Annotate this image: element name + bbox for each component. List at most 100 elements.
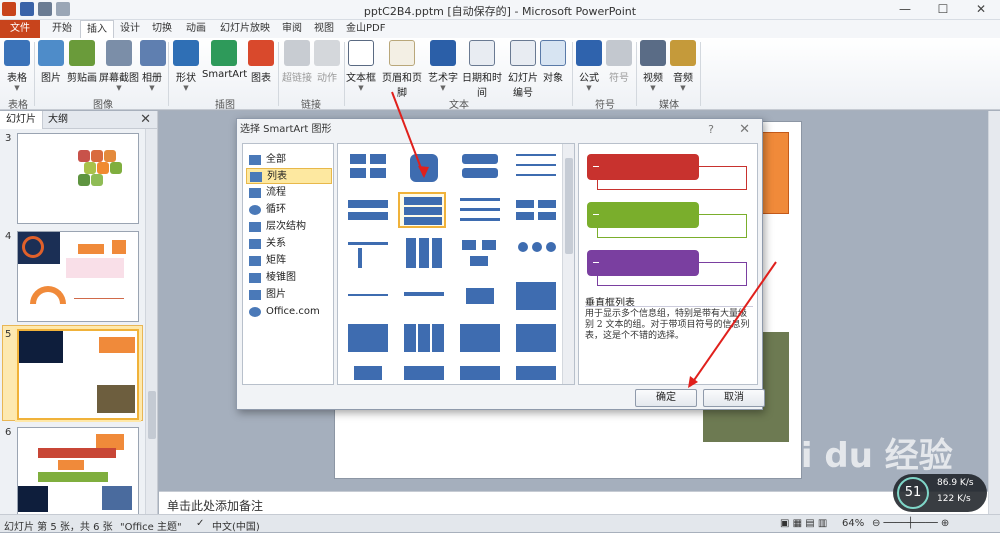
- close-button[interactable]: ✕: [962, 0, 1000, 20]
- vertical-scrollbar[interactable]: [988, 111, 1000, 514]
- slide-thumbnail[interactable]: [17, 133, 139, 224]
- ok-button[interactable]: 确定: [635, 389, 697, 407]
- layout-thumbnail[interactable]: [400, 150, 448, 186]
- category-relationship[interactable]: 关系: [246, 236, 332, 252]
- header-footer-button[interactable]: 页眉和页脚: [378, 40, 426, 99]
- smartart-button[interactable]: SmartArt: [202, 40, 247, 80]
- layout-thumbnail[interactable]: [344, 320, 392, 356]
- tab-file[interactable]: 文件: [0, 20, 40, 38]
- slide-thumbnail-selected[interactable]: [15, 327, 141, 422]
- audio-button[interactable]: 音频 ▼: [670, 40, 696, 92]
- tab-transitions[interactable]: 切换: [146, 20, 178, 38]
- group-label-symbol: 符号: [595, 100, 615, 111]
- view-buttons[interactable]: ▣ ▦ ▤ ▥: [780, 518, 827, 529]
- tab-insert[interactable]: 插入: [80, 20, 114, 38]
- category-cycle[interactable]: 循环: [246, 202, 332, 218]
- action-button[interactable]: 动作: [314, 40, 340, 84]
- zoom-slider[interactable]: ⊖ ────┼──── ⊕: [872, 518, 949, 529]
- ribbon: 表格 ▼ 图片 剪贴画 屏幕截图 ▼ 相册 ▼ 形状 ▼ SmartArt 图表 超链接…: [0, 38, 1000, 111]
- category-process[interactable]: 流程: [246, 185, 332, 201]
- layout-thumbnail[interactable]: [456, 150, 504, 186]
- screenshot-button[interactable]: 屏幕截图 ▼: [98, 40, 140, 92]
- relationship-icon: [249, 239, 261, 249]
- layout-thumbnail[interactable]: [456, 278, 504, 314]
- layout-thumbnail[interactable]: [344, 192, 392, 228]
- tab-outline[interactable]: 大纲: [42, 111, 74, 129]
- minimize-button[interactable]: —: [886, 0, 924, 20]
- layout-thumbnail[interactable]: [512, 150, 560, 186]
- textbox-button[interactable]: 文本框 ▼: [346, 40, 376, 92]
- picture-icon: [249, 290, 261, 300]
- layout-thumbnail[interactable]: [512, 192, 560, 228]
- layout-thumbnail-selected[interactable]: [398, 192, 446, 228]
- layout-thumbnail[interactable]: [400, 236, 448, 272]
- tab-view[interactable]: 视图: [308, 20, 340, 38]
- maximize-button[interactable]: ☐: [924, 0, 962, 20]
- tab-home[interactable]: 开始: [46, 20, 78, 38]
- category-pyramid[interactable]: 棱锥图: [246, 270, 332, 286]
- layout-thumbnail[interactable]: [456, 192, 504, 228]
- hyperlink-button[interactable]: 超链接: [282, 40, 312, 84]
- layout-thumbnail[interactable]: [512, 278, 560, 314]
- layout-preview: 垂直框列表 用于显示多个信息组，特别是带有大量级别 2 文本的组。对于带项目符号…: [578, 143, 758, 385]
- clipart-icon: [69, 40, 95, 66]
- slide-thumbnail[interactable]: [17, 231, 139, 322]
- layout-thumbnail[interactable]: [456, 236, 504, 272]
- preview-row: [587, 202, 749, 238]
- layout-thumbnail[interactable]: [512, 362, 560, 384]
- table-button[interactable]: 表格 ▼: [4, 40, 30, 92]
- chart-button[interactable]: 图表: [248, 40, 274, 84]
- preview-bar: [587, 154, 699, 180]
- slide-number-button[interactable]: 幻灯片 编号: [506, 40, 540, 99]
- wordart-button[interactable]: 艺术字 ▼: [428, 40, 458, 92]
- tab-slides[interactable]: 幻灯片: [0, 111, 43, 129]
- layout-thumbnail[interactable]: [456, 320, 504, 356]
- help-button[interactable]: ?: [708, 119, 714, 141]
- tab-animations[interactable]: 动画: [180, 20, 212, 38]
- list-icon: [250, 172, 262, 182]
- picture-button[interactable]: 图片: [38, 40, 64, 84]
- layout-thumbnail[interactable]: [344, 278, 392, 314]
- layout-thumbnail[interactable]: [344, 362, 392, 384]
- layout-thumbnail[interactable]: [512, 320, 560, 356]
- album-button[interactable]: 相册 ▼: [140, 40, 166, 92]
- gallery-scrollbar[interactable]: [562, 144, 574, 384]
- dialog-close-button[interactable]: ✕: [739, 119, 750, 141]
- layout-thumbnail[interactable]: [512, 236, 560, 272]
- zoom-level[interactable]: 64%: [842, 518, 864, 529]
- cancel-button[interactable]: 取消: [703, 389, 765, 407]
- layout-thumbnail[interactable]: [344, 236, 392, 272]
- tab-slideshow[interactable]: 幻灯片放映: [214, 20, 276, 38]
- download-speed: 122: [937, 494, 955, 504]
- clipart-button[interactable]: 剪贴画: [66, 40, 98, 84]
- category-office-com[interactable]: Office.com: [246, 304, 332, 320]
- video-button[interactable]: 视频 ▼: [640, 40, 666, 92]
- category-hierarchy[interactable]: 层次结构: [246, 219, 332, 235]
- close-pane-icon[interactable]: ✕: [140, 112, 151, 127]
- textbox-icon: [348, 40, 374, 66]
- layout-thumbnail[interactable]: [400, 362, 448, 384]
- category-all[interactable]: 全部: [246, 152, 332, 168]
- spellcheck-icon[interactable]: ✓: [196, 518, 204, 529]
- layout-thumbnail[interactable]: [344, 150, 392, 186]
- layout-thumbnail[interactable]: [456, 362, 504, 384]
- tab-design[interactable]: 设计: [114, 20, 146, 38]
- slides-scrollbar[interactable]: [145, 129, 157, 514]
- slide-thumbnail[interactable]: [17, 427, 139, 518]
- datetime-button[interactable]: 日期和时间: [458, 40, 506, 99]
- symbol-button[interactable]: 符号: [606, 40, 632, 84]
- tab-kingsoft-pdf[interactable]: 金山PDF: [340, 20, 391, 38]
- equation-button[interactable]: 公式 ▼: [576, 40, 602, 92]
- process-icon: [249, 188, 261, 198]
- layout-thumbnail[interactable]: [400, 320, 448, 356]
- calendar-icon: [469, 40, 495, 66]
- layout-thumbnail[interactable]: [400, 278, 448, 314]
- album-icon: [140, 40, 166, 66]
- shapes-button[interactable]: 形状 ▼: [172, 40, 200, 92]
- tab-review[interactable]: 审阅: [276, 20, 308, 38]
- category-list-item[interactable]: 列表: [246, 168, 332, 184]
- object-button[interactable]: 对象: [540, 40, 566, 84]
- language-status[interactable]: 中文(中国): [212, 518, 260, 533]
- category-matrix[interactable]: 矩阵: [246, 253, 332, 269]
- category-picture[interactable]: 图片: [246, 287, 332, 303]
